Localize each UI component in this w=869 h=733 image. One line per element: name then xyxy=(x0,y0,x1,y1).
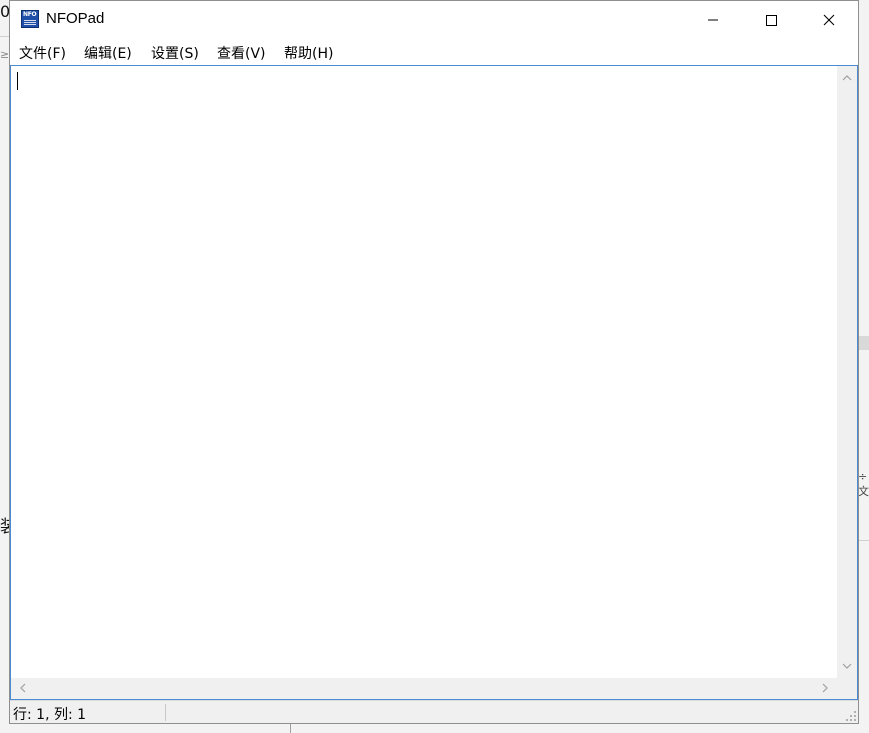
title-bar[interactable]: NFO NFOPad xyxy=(10,1,858,39)
editor-frame xyxy=(10,65,858,700)
chevron-left-icon xyxy=(20,683,26,693)
nfo-file-icon: NFO xyxy=(21,10,39,28)
background-divider xyxy=(0,36,9,37)
scroll-down-button[interactable] xyxy=(837,656,857,676)
cursor-position: 行: 1, 列: 1 xyxy=(13,707,87,723)
chevron-down-icon xyxy=(842,663,852,669)
menu-edit[interactable]: 编辑(E) xyxy=(84,43,132,63)
background-text-fragment: ÷文 xyxy=(858,470,869,498)
minimize-icon xyxy=(708,19,718,21)
horizontal-scrollbar[interactable] xyxy=(11,678,837,699)
chevron-right-icon xyxy=(822,683,828,693)
vertical-scrollbar[interactable] xyxy=(837,66,857,678)
background-divider xyxy=(290,724,291,733)
chevron-up-icon xyxy=(842,75,852,81)
background-divider xyxy=(859,540,869,541)
nfopad-window: NFO NFOPad 文件(F) 编辑(E) 设置(S) 查看(V) 帮助(H) xyxy=(9,0,859,724)
menu-help[interactable]: 帮助(H) xyxy=(284,43,333,63)
menu-bar: 文件(F) 编辑(E) 设置(S) 查看(V) 帮助(H) xyxy=(10,39,858,65)
menu-view[interactable]: 查看(V) xyxy=(217,43,266,63)
text-editor[interactable] xyxy=(11,66,837,678)
app-icon-text: NFO xyxy=(23,11,37,18)
status-divider xyxy=(165,704,166,721)
scroll-left-button[interactable] xyxy=(13,678,33,698)
background-scrollbar-fragment xyxy=(859,336,869,350)
status-bar: 行: 1, 列: 1 xyxy=(10,700,858,723)
scrollbar-corner xyxy=(837,678,857,699)
resize-grip-icon[interactable] xyxy=(846,711,856,721)
scroll-up-button[interactable] xyxy=(837,68,857,88)
menu-file[interactable]: 文件(F) xyxy=(19,43,66,63)
minimize-button[interactable] xyxy=(684,1,742,39)
close-button[interactable] xyxy=(800,1,858,39)
background-text-fragment: ≥ xyxy=(0,48,10,61)
menu-settings[interactable]: 设置(S) xyxy=(151,43,199,63)
close-icon xyxy=(823,14,835,26)
maximize-icon xyxy=(766,15,777,26)
text-caret xyxy=(17,72,18,90)
scroll-right-button[interactable] xyxy=(815,678,835,698)
window-title: NFOPad xyxy=(46,10,105,27)
maximize-button[interactable] xyxy=(742,1,800,39)
